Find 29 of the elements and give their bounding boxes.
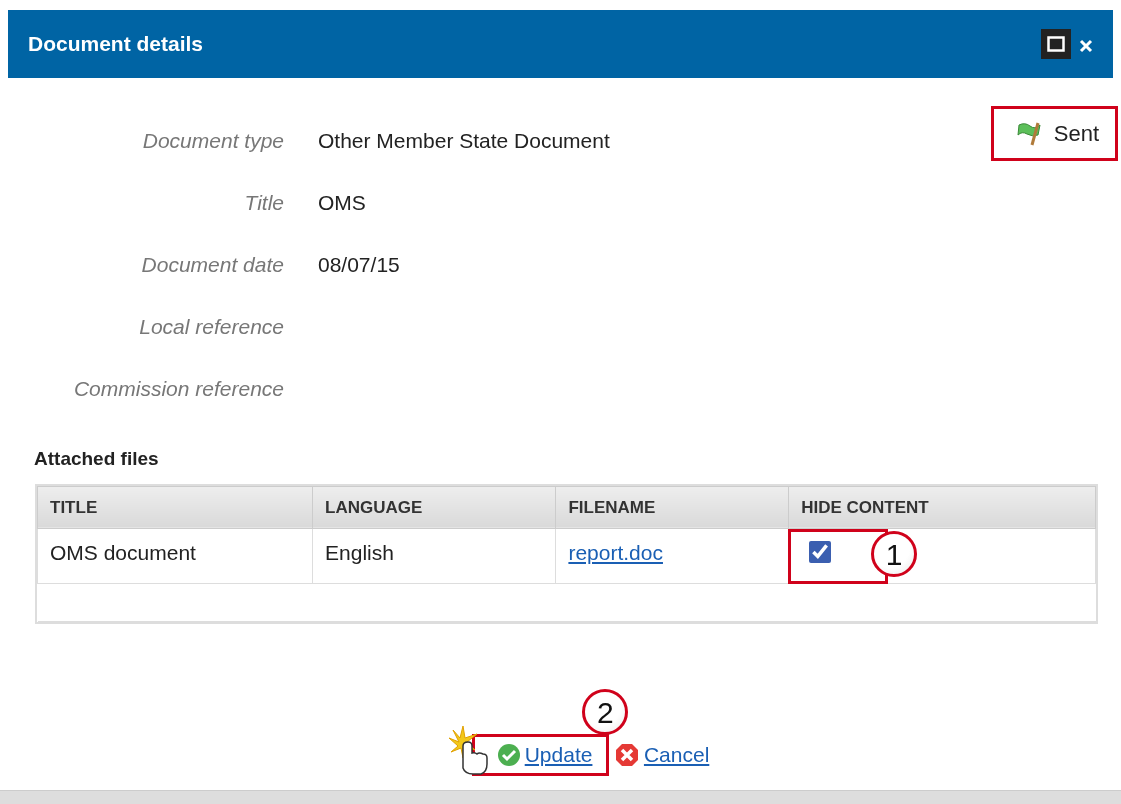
field-value: 08/07/15: [317, 252, 400, 278]
callout-number: 1: [871, 531, 918, 577]
table-cell: English: [312, 528, 556, 584]
callout-number: 2: [582, 689, 629, 735]
window-title: Document details: [28, 31, 204, 58]
table-cell: OMS document: [37, 528, 313, 584]
hide-content-checkbox[interactable]: [809, 541, 832, 563]
maximize-button[interactable]: [1041, 29, 1071, 59]
section-heading: Attached files: [34, 447, 160, 471]
status-button[interactable]: Sent: [990, 106, 1118, 161]
field-label: Document date: [140, 252, 284, 278]
field-value: Other Member State Document: [317, 128, 610, 154]
field-label: Commission reference: [72, 376, 284, 402]
file-link[interactable]: report.doc: [568, 541, 663, 564]
maximize-icon: [1047, 36, 1065, 52]
column-header: TITLE: [37, 486, 313, 529]
field-value: OMS: [317, 190, 366, 216]
field-label: Local reference: [138, 314, 284, 340]
update-link[interactable]: Update: [524, 739, 593, 771]
close-icon: [1079, 38, 1093, 53]
check-icon: [496, 742, 521, 767]
column-header: LANGUAGE: [312, 486, 556, 529]
field-label: Title: [243, 190, 284, 216]
field-label: Document type: [141, 128, 284, 154]
column-header: FILENAME: [555, 486, 789, 529]
cancel-link[interactable]: Cancel: [643, 739, 710, 771]
cancel-icon: [614, 742, 639, 767]
flag-icon: [1015, 121, 1042, 146]
column-header: HIDE CONTENT: [788, 486, 1096, 529]
